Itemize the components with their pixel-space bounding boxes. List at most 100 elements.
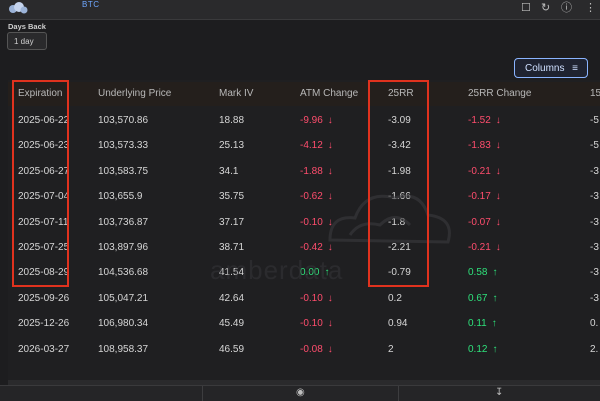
cell-25rr-change: 0.11 ↑ — [468, 318, 497, 330]
cell-mark-iv: 37.17 — [219, 216, 245, 228]
cell-25rr: 2 — [388, 343, 394, 355]
header-underlying-price[interactable]: Underlying Price — [98, 88, 171, 100]
cell-25rr: 0.94 — [388, 318, 408, 330]
atm-change-value: -0.10 — [300, 292, 323, 304]
info-icon[interactable]: ⓘ — [561, 2, 572, 14]
cell-expiration: 2025-09-26 — [18, 292, 70, 304]
cell-expiration: 2026-03-27 — [18, 343, 70, 355]
arrow-down-icon: ↓ — [495, 242, 501, 253]
highlight-box-expiration — [12, 80, 69, 287]
app-header: BTC ☐ ↻ ⓘ ⋮ — [0, 0, 600, 20]
cell-15: 0. — [590, 318, 599, 330]
header-15[interactable]: 15 — [590, 88, 600, 100]
arrow-up-icon: ↑ — [491, 318, 497, 330]
cell-25rr-change: -1.83 ↓ — [468, 140, 501, 152]
highlight-box-25rr — [368, 80, 429, 287]
cell-underlying-price: 103,736.87 — [98, 216, 149, 228]
atm-change-value: -1.88 — [300, 165, 323, 177]
download-icon[interactable]: ↧ — [495, 387, 503, 398]
cell-atm-change: -9.96 ↓ — [300, 115, 333, 127]
bottom-divider — [202, 386, 203, 401]
arrow-up-icon: ↑ — [492, 343, 498, 355]
cell-15: -3 — [590, 267, 599, 279]
columns-button[interactable]: Columns ≡ — [514, 58, 588, 78]
25rr-change-value: -0.17 — [468, 191, 491, 203]
watermark-text: amberdata — [210, 255, 344, 285]
25rr-change-value: 0.11 — [468, 318, 487, 330]
days-back-label: Days Back — [8, 22, 46, 31]
bottom-divider — [398, 386, 399, 401]
25rr-change-value: -1.83 — [468, 140, 491, 152]
arrow-down-icon: ↓ — [327, 343, 333, 355]
cell-15: -3 — [590, 242, 599, 253]
cell-underlying-price: 106,980.34 — [98, 318, 149, 330]
cell-underlying-price: 103,655.9 — [98, 191, 143, 203]
cell-expiration: 2025-12-26 — [18, 318, 70, 330]
asset-ticker: BTC — [82, 0, 100, 9]
cell-atm-change: -0.10 ↓ — [300, 293, 333, 305]
atm-change-value: -0.08 — [300, 343, 323, 355]
more-icon[interactable]: ⋮ — [585, 2, 596, 14]
cell-15: 2. — [590, 343, 599, 355]
cell-25rr-change: 0.12 ↑ — [468, 344, 497, 356]
cell-25rr-change: -0.21 ↓ — [468, 242, 501, 254]
header-25rr-change[interactable]: 25RR Change — [468, 88, 531, 100]
cell-mark-iv: 18.88 — [219, 115, 245, 126]
25rr-change-value: 0.67 — [468, 292, 488, 304]
cell-atm-change: -0.08 ↓ — [300, 344, 333, 356]
cell-underlying-price: 103,570.86 — [98, 115, 149, 126]
header-atm-change[interactable]: ATM Change — [300, 88, 358, 100]
arrow-down-icon: ↓ — [327, 115, 333, 126]
arrow-down-icon: ↓ — [327, 292, 333, 304]
atm-change-value: -9.96 — [300, 115, 323, 126]
camera-icon[interactable]: ◉ — [296, 387, 305, 398]
cell-mark-iv: 38.71 — [219, 242, 245, 253]
cell-underlying-price: 103,897.96 — [98, 242, 149, 253]
25rr-change-value: -0.21 — [468, 165, 491, 177]
cell-mark-iv: 42.64 — [219, 292, 245, 304]
cell-mark-iv: 35.75 — [219, 191, 245, 203]
days-back-select[interactable]: 1 day — [7, 32, 47, 50]
cell-underlying-price: 103,573.33 — [98, 140, 149, 152]
arrow-down-icon: ↓ — [495, 191, 501, 203]
options-table: Expiration Underlying Price Mark IV ATM … — [8, 80, 600, 380]
cell-15: -5 — [590, 140, 599, 152]
cell-25rr-change: 0.58 ↑ — [468, 267, 497, 279]
cell-mark-iv: 45.49 — [219, 318, 245, 330]
cell-15: -3 — [590, 165, 599, 177]
cell-25rr-change: 0.67 ↑ — [468, 293, 497, 305]
cell-15: -3 — [590, 191, 599, 203]
cell-25rr-change: -1.52 ↓ — [468, 115, 501, 127]
25rr-change-value: 0.58 — [468, 267, 488, 279]
25rr-change-value: -0.07 — [468, 216, 491, 228]
refresh-icon[interactable]: ↻ — [541, 2, 550, 14]
cell-underlying-price: 104,536.68 — [98, 267, 149, 279]
arrow-down-icon: ↓ — [327, 165, 333, 177]
cell-25rr-change: -0.17 ↓ — [468, 191, 501, 203]
amberdata-logo-icon — [9, 2, 28, 14]
25rr-change-value: -0.21 — [468, 242, 491, 253]
cell-atm-change: -4.12 ↓ — [300, 140, 333, 152]
arrow-down-icon: ↓ — [495, 115, 501, 126]
header-mark-iv[interactable]: Mark IV — [219, 88, 253, 100]
arrow-down-icon: ↓ — [495, 216, 501, 228]
arrow-down-icon: ↓ — [495, 165, 501, 177]
cell-25rr: 0.2 — [388, 292, 402, 304]
cell-underlying-price: 105,047.21 — [98, 292, 149, 304]
columns-settings-icon: ≡ — [572, 63, 578, 74]
cell-atm-change: -0.10 ↓ — [300, 318, 333, 330]
bookmark-icon[interactable]: ☐ — [521, 2, 531, 14]
cell-25rr-change: -0.07 ↓ — [468, 217, 501, 229]
cell-mark-iv: 25.13 — [219, 140, 245, 152]
arrow-down-icon: ↓ — [495, 140, 501, 152]
cell-15: -3 — [590, 292, 599, 304]
bottom-toolbar: ◉ ↧ — [0, 385, 600, 401]
cell-mark-iv: 46.59 — [219, 343, 245, 355]
columns-button-label: Columns — [525, 63, 565, 74]
cell-mark-iv: 34.1 — [219, 165, 239, 177]
arrow-up-icon: ↑ — [492, 292, 498, 304]
cell-15: -5 — [590, 115, 599, 126]
cell-15: -3 — [590, 216, 599, 228]
arrow-down-icon: ↓ — [327, 318, 333, 330]
arrow-down-icon: ↓ — [327, 140, 333, 152]
